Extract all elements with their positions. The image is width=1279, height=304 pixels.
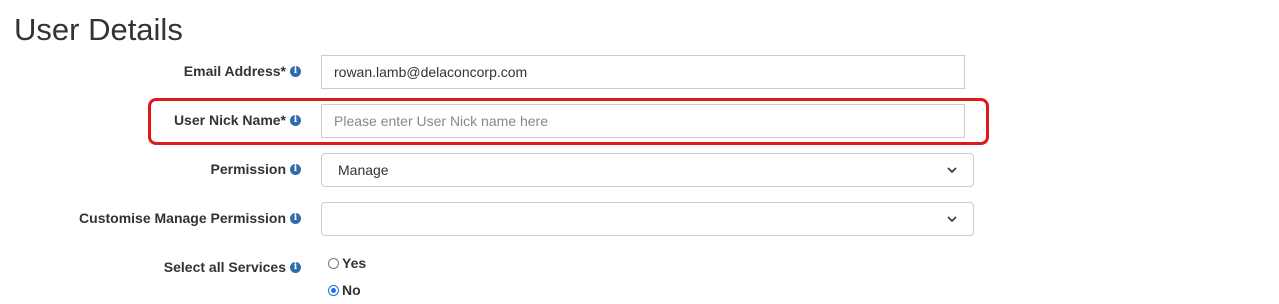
customise-permission-label: Customise Manage Permission bbox=[79, 210, 286, 226]
radio-yes-label: Yes bbox=[342, 255, 367, 271]
permission-label: Permission bbox=[210, 161, 286, 177]
select-all-services-label-group: Select all Services i bbox=[164, 259, 301, 275]
radio-yes-button[interactable] bbox=[328, 257, 339, 269]
info-icon[interactable]: i bbox=[290, 212, 301, 224]
email-label-group: Email Address* i bbox=[184, 63, 301, 79]
chevron-down-icon bbox=[947, 167, 957, 173]
permission-select[interactable]: Manage bbox=[321, 153, 974, 187]
radio-option-no[interactable]: No bbox=[328, 282, 361, 298]
info-icon[interactable]: i bbox=[290, 261, 301, 273]
radio-no-button[interactable] bbox=[328, 284, 339, 296]
chevron-down-icon bbox=[947, 216, 957, 222]
permission-label-group: Permission i bbox=[211, 161, 301, 177]
info-icon[interactable]: i bbox=[290, 114, 301, 126]
radio-option-yes[interactable]: Yes bbox=[328, 255, 366, 271]
email-label: Email Address* bbox=[183, 63, 286, 79]
info-icon[interactable]: i bbox=[290, 65, 301, 77]
nickname-label: User Nick Name* bbox=[173, 112, 286, 128]
nickname-label-group: User Nick Name* i bbox=[174, 112, 301, 128]
select-all-services-label: Select all Services bbox=[163, 259, 286, 275]
customise-permission-label-group: Customise Manage Permission i bbox=[79, 210, 301, 226]
nickname-field[interactable] bbox=[321, 104, 965, 138]
page-title: User Details bbox=[14, 12, 183, 47]
info-icon[interactable]: i bbox=[290, 163, 301, 175]
radio-no-label: No bbox=[342, 282, 361, 298]
user-details-page: User Details Email Address* i User Nick … bbox=[0, 0, 1279, 304]
email-field[interactable] bbox=[321, 55, 965, 89]
permission-selected-value: Manage bbox=[338, 162, 389, 178]
customise-permission-select[interactable] bbox=[321, 202, 974, 236]
